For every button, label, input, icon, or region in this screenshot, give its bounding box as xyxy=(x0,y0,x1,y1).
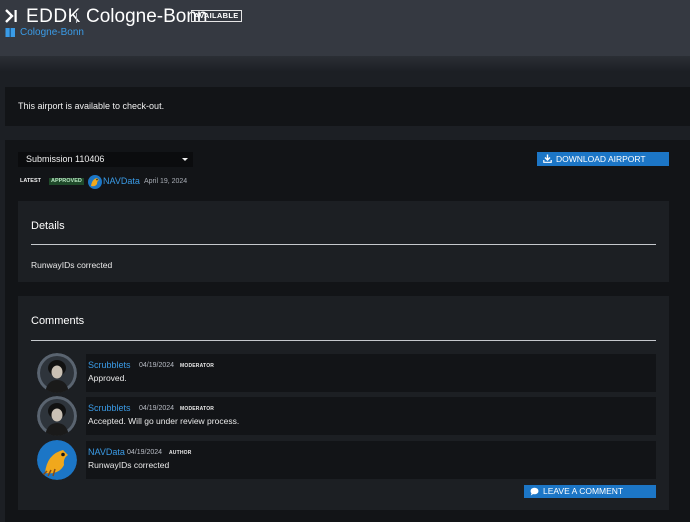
submission-select-value: Submission 110406 xyxy=(26,154,105,164)
download-airport-label: DOWNLOAD AIRPORT xyxy=(556,154,646,164)
download-icon xyxy=(543,154,552,163)
header-shadow xyxy=(0,56,690,72)
notice-text: This airport is available to check-out. xyxy=(18,101,165,111)
list-item: NAVData 04/19/2024 AUTHOR RunwayIDs corr… xyxy=(86,441,656,479)
comments-card: Comments Scrubblets 04/19/2024 MODERATOR… xyxy=(18,296,669,510)
comment-role-badge: MODERATOR xyxy=(180,363,215,369)
avatar xyxy=(37,440,77,480)
list-item: Scrubblets 04/19/2024 MODERATOR Approved… xyxy=(86,354,656,392)
speech-bubble-icon xyxy=(530,487,539,496)
details-text: RunwayIDs corrected xyxy=(31,260,113,270)
comment-date: 04/19/2024 xyxy=(127,449,163,456)
details-divider xyxy=(31,244,656,245)
comment-body: RunwayIDs corrected xyxy=(88,460,170,470)
status-badge: AVAILABLE xyxy=(191,10,242,22)
leave-comment-button[interactable]: LEAVE A COMMENT xyxy=(524,485,656,498)
details-heading: Details xyxy=(31,220,65,232)
comments-divider xyxy=(31,340,656,341)
navdata-avatar xyxy=(88,175,102,189)
submission-select[interactable]: Submission 110406 xyxy=(18,152,193,167)
submission-panel: Submission 110406 DOWNLOAD AIRPORT LATES… xyxy=(5,140,690,522)
airport-name: Cologne-Bonn xyxy=(86,6,208,27)
chevron-right-bar-icon xyxy=(5,9,17,23)
avatar xyxy=(37,396,77,436)
comment-author[interactable]: Scrubblets xyxy=(88,403,131,413)
comment-author[interactable]: NAVData xyxy=(88,447,125,457)
details-card: Details RunwayIDs corrected xyxy=(18,201,669,282)
comments-heading: Comments xyxy=(31,315,85,327)
chevron-down-icon xyxy=(182,158,188,161)
download-airport-button[interactable]: DOWNLOAD AIRPORT xyxy=(537,152,669,166)
comment-date: 04/19/2024 xyxy=(139,405,175,412)
comment-role-badge: AUTHOR xyxy=(169,450,192,456)
comment-role-badge: MODERATOR xyxy=(180,406,215,412)
avatar xyxy=(37,353,77,393)
comment-body: Approved. xyxy=(88,373,127,383)
latest-tag: LATEST xyxy=(20,178,41,184)
page-header: EDDK Cologne-Bonn AVAILABLE Cologne-Bonn xyxy=(0,0,690,56)
airport-icao: EDDK xyxy=(26,6,81,27)
submission-author[interactable]: NAVData xyxy=(103,176,140,186)
submission-date: April 19, 2024 xyxy=(144,178,188,185)
title-divider xyxy=(76,13,77,23)
comment-body: Accepted. Will go under review process. xyxy=(88,416,240,426)
breadcrumb-link[interactable]: Cologne-Bonn xyxy=(20,27,84,38)
comment-author[interactable]: Scrubblets xyxy=(88,360,131,370)
availability-notice: This airport is available to check-out. xyxy=(5,87,690,126)
comment-date: 04/19/2024 xyxy=(139,362,175,369)
approved-tag: APPROVED xyxy=(49,178,84,185)
book-icon xyxy=(5,28,15,37)
list-item: Scrubblets 04/19/2024 MODERATOR Accepted… xyxy=(86,397,656,435)
leave-comment-label: LEAVE A COMMENT xyxy=(543,486,624,496)
